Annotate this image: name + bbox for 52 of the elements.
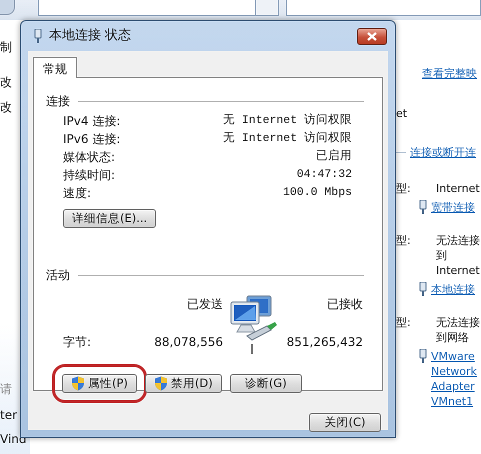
background-text: 改 bbox=[0, 100, 12, 114]
background-text: 制 bbox=[0, 40, 12, 54]
field-label: IPv6 连接: bbox=[63, 131, 120, 148]
type-label: 型: bbox=[396, 181, 412, 196]
field-value: 已启用 bbox=[316, 148, 352, 166]
background-text: 请 bbox=[0, 382, 12, 396]
sent-label: 已发送 bbox=[186, 296, 223, 313]
connection-link[interactable]: VMware Network Adapter VMnet1 bbox=[431, 349, 477, 409]
group-heading: 活动 bbox=[46, 267, 70, 284]
dropdown-button[interactable] bbox=[255, 0, 279, 16]
close-dialog-button[interactable]: 关闭(C) bbox=[309, 413, 381, 432]
background-text: ter bbox=[0, 408, 18, 422]
field-value: 100.0 Mbps bbox=[282, 185, 352, 202]
background-text: 改 bbox=[0, 75, 12, 89]
section-link[interactable]: 连接或断开连 bbox=[410, 145, 476, 160]
close-icon bbox=[367, 32, 377, 40]
type-value: Internet bbox=[436, 181, 480, 196]
type-label: 型: bbox=[396, 315, 412, 331]
type-value: 无法连接 到网络 bbox=[436, 315, 480, 345]
link[interactable]: 查看完整映 bbox=[422, 66, 481, 81]
close-button[interactable] bbox=[357, 28, 387, 44]
bytes-sent: 88,078,556 bbox=[153, 334, 223, 351]
background-text: et bbox=[396, 106, 408, 121]
back-button[interactable] bbox=[0, 0, 15, 15]
dialog-button[interactable]: 禁用(D) bbox=[144, 374, 222, 393]
received-label: 已接收 bbox=[326, 296, 363, 313]
shield-icon bbox=[71, 376, 85, 391]
field-label: 速度: bbox=[63, 185, 92, 202]
field-label: 持续时间: bbox=[63, 167, 116, 184]
group-heading: 连接 bbox=[46, 93, 70, 110]
shield-icon bbox=[154, 376, 168, 391]
network-plug-icon bbox=[418, 349, 428, 364]
connection-link[interactable]: 宽带连接 bbox=[431, 200, 475, 215]
bytes-label: 字节: bbox=[63, 334, 92, 351]
dialog-button[interactable]: 诊断(G) bbox=[230, 374, 302, 393]
network-plug-icon bbox=[33, 28, 43, 44]
field-label: IPv4 连接: bbox=[63, 113, 120, 130]
connection-link[interactable]: 本地连接 bbox=[431, 282, 475, 297]
field-value: 无 Internet 访问权限 bbox=[222, 112, 352, 130]
field-value: 04:47:32 bbox=[296, 167, 352, 184]
field-label: 媒体状态: bbox=[63, 149, 116, 166]
network-plug-icon bbox=[418, 282, 428, 297]
network-plug-icon bbox=[418, 200, 428, 215]
address-field[interactable] bbox=[38, 0, 256, 16]
tab[interactable]: 常规 bbox=[33, 57, 77, 78]
field-value: 无 Internet 访问权限 bbox=[222, 130, 352, 148]
type-value: 无法连接 到 Internet bbox=[436, 233, 480, 278]
search-field[interactable] bbox=[286, 0, 481, 16]
type-label: 型: bbox=[396, 233, 412, 249]
bytes-received: 851,265,432 bbox=[286, 334, 363, 351]
window-title: 本地连接 状态 bbox=[49, 27, 132, 46]
details-button[interactable]: 详细信息(E)... bbox=[63, 209, 156, 228]
